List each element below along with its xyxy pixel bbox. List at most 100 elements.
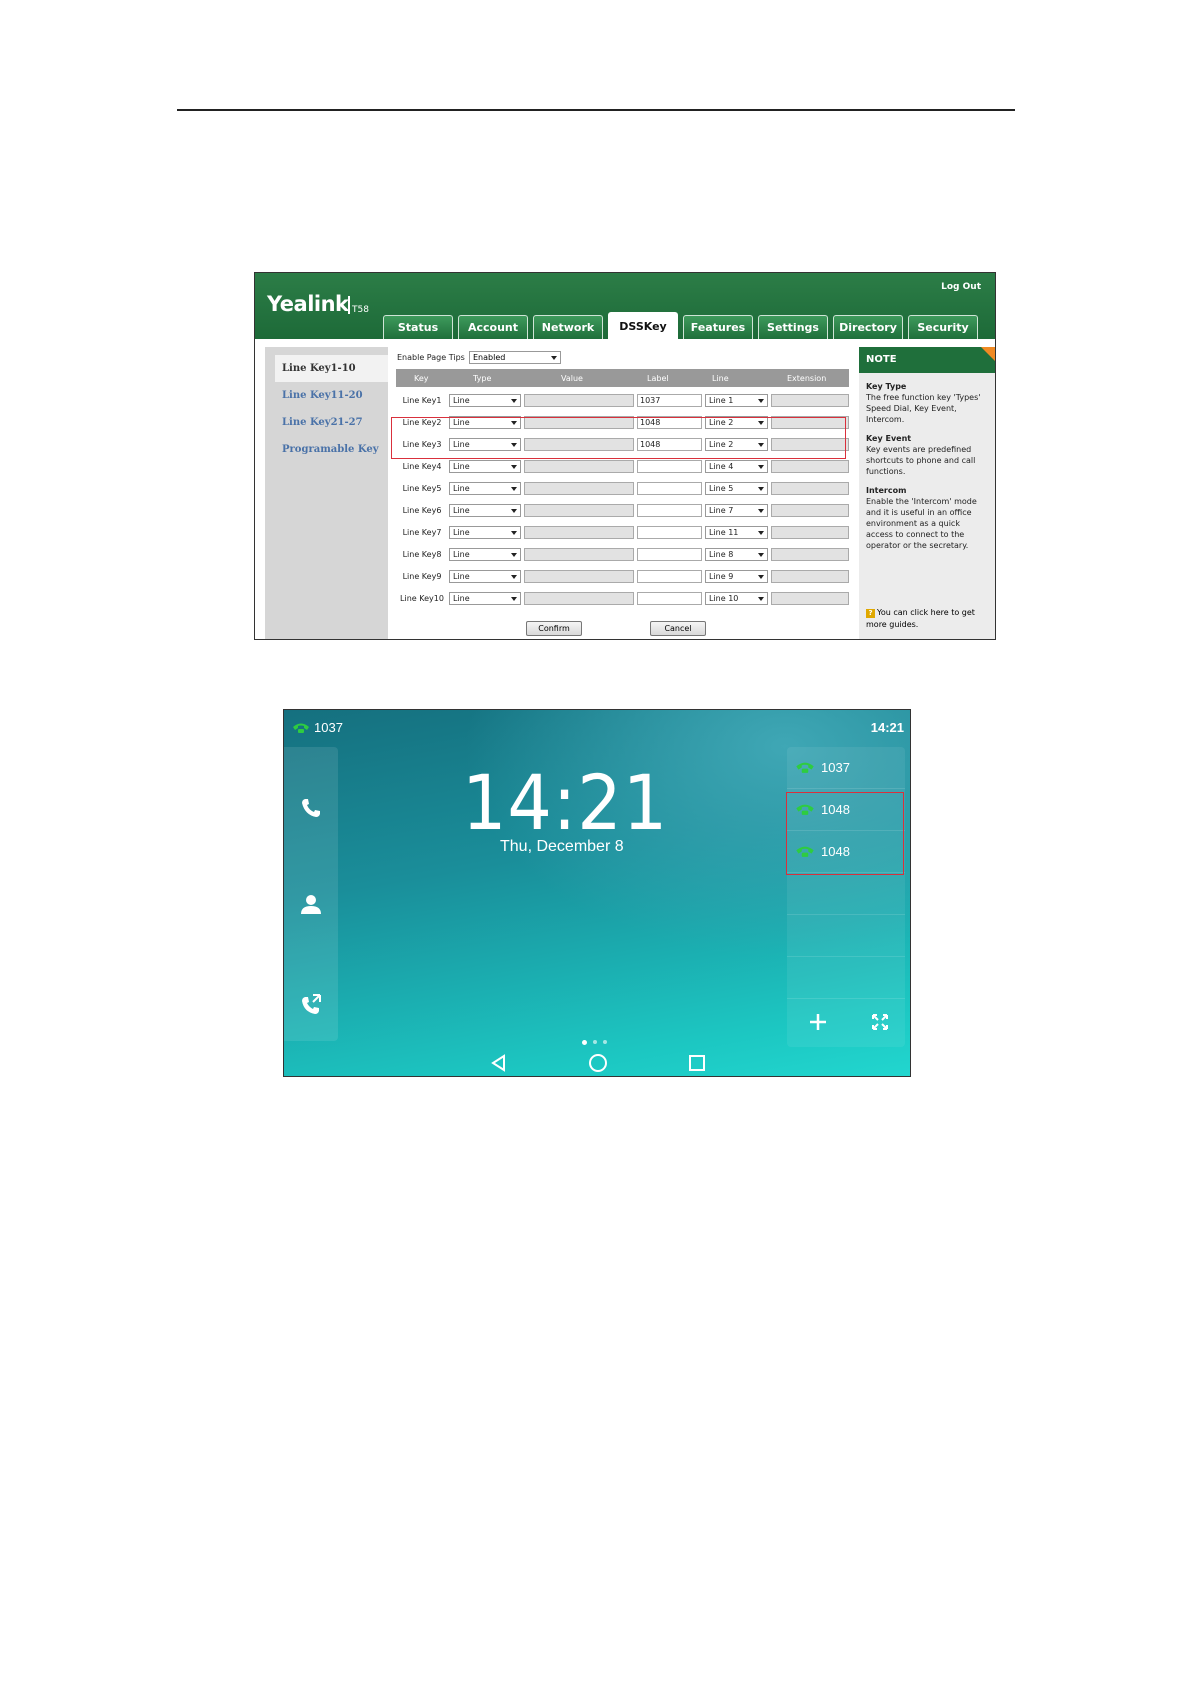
label-input[interactable] <box>637 482 702 495</box>
nav-line-key-1-10[interactable]: Line Key1-10 <box>275 355 388 382</box>
value-input[interactable] <box>524 504 634 517</box>
line-select[interactable]: Line 8 <box>705 548 768 561</box>
note-text: Key events are predefined shortcuts to p… <box>866 445 976 476</box>
tab-settings[interactable]: Settings <box>758 315 828 339</box>
document-page: Yealink T58 Log Out Status Account Netwo… <box>0 0 1191 1684</box>
table-row: Line Key6 Line Line 7 <box>396 502 849 522</box>
type-select[interactable]: Line <box>449 460 521 473</box>
line-select[interactable]: Line 7 <box>705 504 768 517</box>
key-name: Line Key9 <box>402 572 442 581</box>
nav-line-key-11-20[interactable]: Line Key11-20 <box>265 382 388 409</box>
extension-input[interactable] <box>771 570 849 583</box>
extension-input[interactable] <box>771 526 849 539</box>
type-value: Line <box>453 462 470 471</box>
line-select[interactable]: Line 11 <box>705 526 768 539</box>
recents-icon[interactable] <box>687 1053 707 1073</box>
extension-input[interactable] <box>771 482 849 495</box>
tab-security[interactable]: Security <box>908 315 978 339</box>
confirm-button[interactable]: Confirm <box>526 621 582 636</box>
type-select[interactable]: Line <box>449 548 521 561</box>
label-input[interactable] <box>637 592 702 605</box>
label-input[interactable] <box>637 526 702 539</box>
type-select[interactable]: Line <box>449 592 521 605</box>
tab-status[interactable]: Status <box>383 315 453 339</box>
line-select[interactable]: Line 5 <box>705 482 768 495</box>
value-input[interactable] <box>524 482 634 495</box>
chevron-down-icon <box>758 597 764 601</box>
note-text: Enable the 'Intercom' mode and it is use… <box>866 497 977 550</box>
value-input[interactable] <box>524 570 634 583</box>
extension-input[interactable] <box>771 394 849 407</box>
line-select[interactable]: Line 1 <box>705 394 768 407</box>
label-input[interactable] <box>637 460 702 473</box>
chevron-down-icon <box>511 531 517 535</box>
contacts-icon[interactable] <box>299 892 323 916</box>
table-row: Line Key8 Line Line 8 <box>396 546 849 566</box>
call-history-icon[interactable] <box>299 992 323 1016</box>
type-select[interactable]: Line <box>449 394 521 407</box>
corner-icon <box>981 347 995 361</box>
add-icon[interactable] <box>803 1007 833 1037</box>
key-name: Line Key8 <box>402 550 442 559</box>
tab-directory[interactable]: Directory <box>833 315 903 339</box>
line-select[interactable]: Line 4 <box>705 460 768 473</box>
status-line-number: 1037 <box>314 720 343 735</box>
table-header: Key Type Value Label Line Extension <box>396 369 849 387</box>
highlight-box-web <box>391 417 846 459</box>
value-input[interactable] <box>524 548 634 561</box>
type-value: Line <box>453 550 470 559</box>
enable-page-tips-select[interactable]: Enabled <box>469 351 561 364</box>
extension-input[interactable] <box>771 592 849 605</box>
chevron-down-icon <box>511 465 517 469</box>
note-body: Key Type The free function key 'Types' Sp… <box>859 373 995 567</box>
line-value: Line 10 <box>709 594 739 603</box>
logout-link[interactable]: Log Out <box>941 282 981 292</box>
note-section: Key Event Key events are predefined short… <box>866 433 988 477</box>
extension-input[interactable] <box>771 460 849 473</box>
type-select[interactable]: Line <box>449 504 521 517</box>
nav-line-key-21-27[interactable]: Line Key21-27 <box>265 409 388 436</box>
type-select[interactable]: Line <box>449 526 521 539</box>
value-input[interactable] <box>524 460 634 473</box>
key-name: Line Key10 <box>400 594 444 603</box>
line-key-empty <box>787 873 905 915</box>
note-text: The free function key 'Types' Speed Dial… <box>866 393 981 424</box>
extension-input[interactable] <box>771 504 849 517</box>
nav-programable-key[interactable]: Programable Key <box>265 436 388 463</box>
label-input[interactable]: 1037 <box>637 394 702 407</box>
value-input[interactable] <box>524 592 634 605</box>
expand-icon[interactable] <box>865 1007 895 1037</box>
tab-features[interactable]: Features <box>683 315 753 339</box>
dial-icon[interactable] <box>299 796 323 820</box>
tab-dsskey[interactable]: DSSKey <box>608 312 678 339</box>
dsskey-table-panel: Enable Page Tips Enabled Key Type Value … <box>396 347 851 639</box>
tab-account[interactable]: Account <box>458 315 528 339</box>
type-value: Line <box>453 506 470 515</box>
tab-network[interactable]: Network <box>533 315 603 339</box>
help-icon: ? <box>866 609 875 618</box>
line-select[interactable]: Line 10 <box>705 592 768 605</box>
header-rule <box>177 109 1015 111</box>
extension-input[interactable] <box>771 548 849 561</box>
value-input[interactable] <box>524 394 634 407</box>
label-input[interactable] <box>637 548 702 561</box>
label-input[interactable] <box>637 570 702 583</box>
line-key-1[interactable]: 1037 <box>787 747 905 789</box>
back-icon[interactable] <box>489 1053 509 1073</box>
chevron-down-icon <box>511 575 517 579</box>
label-input[interactable] <box>637 504 702 517</box>
home-icon[interactable] <box>588 1053 608 1073</box>
line-select[interactable]: Line 9 <box>705 570 768 583</box>
key-name: Line Key4 <box>402 462 442 471</box>
note-section: Key Type The free function key 'Types' Sp… <box>866 381 988 425</box>
status-time: 14:21 <box>870 720 904 735</box>
type-select[interactable]: Line <box>449 482 521 495</box>
table-row: Line Key7 Line Line 11 <box>396 524 849 544</box>
value-input[interactable] <box>524 526 634 539</box>
table-row: Line Key9 Line Line 9 <box>396 568 849 588</box>
chevron-down-icon <box>511 597 517 601</box>
guide-link[interactable]: ? You can click here to get more guides. <box>866 607 990 631</box>
cancel-button[interactable]: Cancel <box>650 621 706 636</box>
type-select[interactable]: Line <box>449 570 521 583</box>
line-value: Line 1 <box>709 396 734 405</box>
